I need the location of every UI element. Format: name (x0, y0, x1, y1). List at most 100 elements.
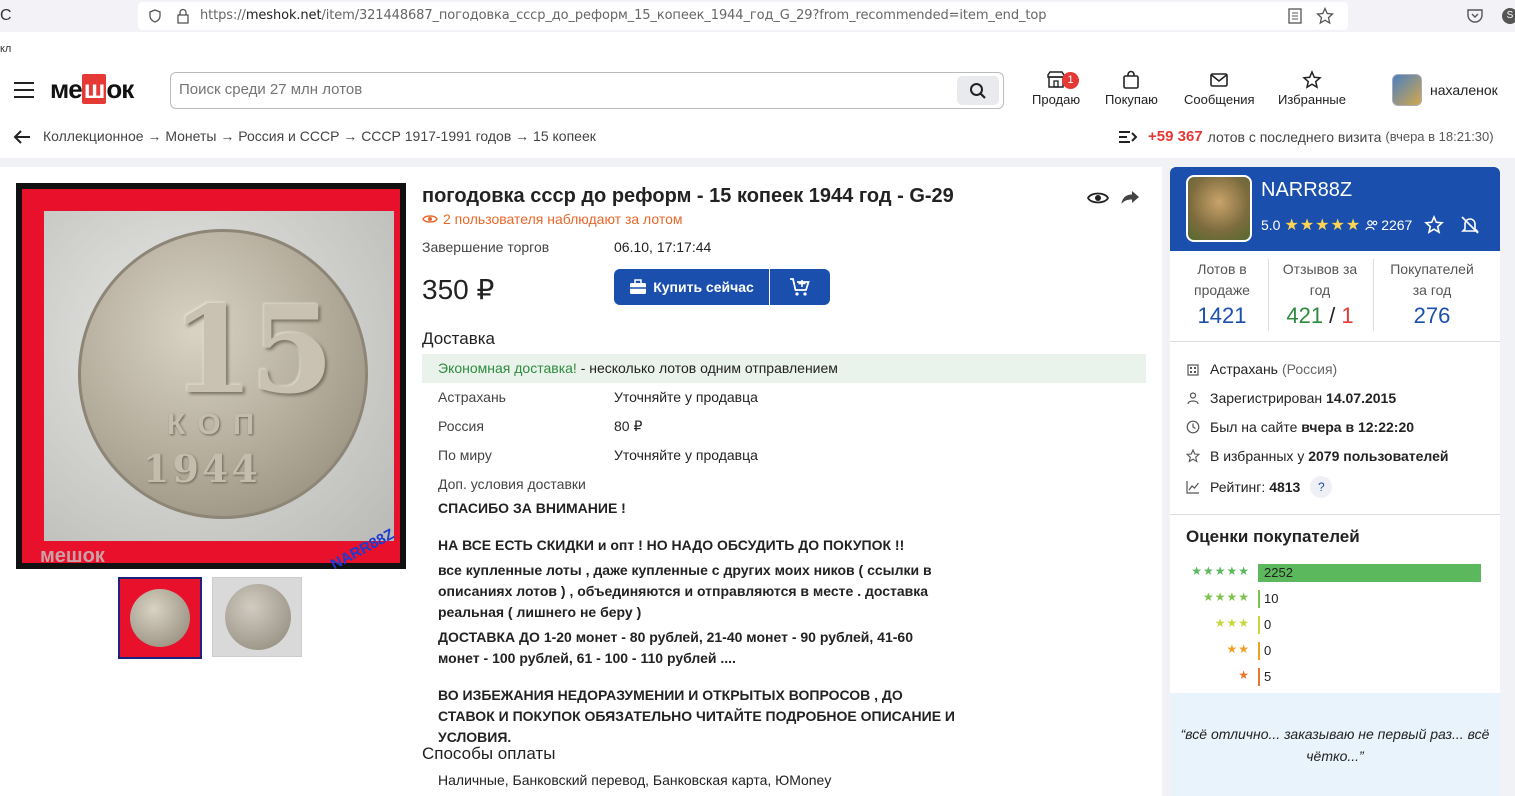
ratings-heading: Оценки покупателей (1186, 527, 1360, 546)
star-icon (1302, 70, 1322, 89)
add-favorite-seller-icon[interactable] (1424, 215, 1444, 235)
lock-icon[interactable] (176, 8, 190, 24)
stat-label: Покупателей за год (1390, 261, 1474, 298)
seller-avatar[interactable] (1186, 175, 1252, 242)
rating-row-5[interactable]: ★★★★★ 2252 (1186, 564, 1486, 582)
reload-icon[interactable]: C (0, 0, 14, 32)
end-value: 06.10, 17:17:44 (614, 239, 712, 255)
url-text[interactable]: https://meshok.net/item/321448687_погодо… (200, 8, 1046, 23)
delivery-heading: Доставка (422, 329, 496, 348)
rating-stars: ★ (1238, 668, 1250, 682)
building-icon (1187, 364, 1199, 376)
delivery-place: Астрахань (438, 389, 506, 405)
description-line: ДОСТАВКА ДО 1-20 монет - 80 рублей, 21-4… (438, 629, 913, 666)
eye-icon (422, 215, 438, 223)
delivery-value: Уточняйте у продавца (614, 389, 758, 405)
address-bar[interactable]: https://meshok.net/item/321448687_погодо… (138, 2, 1348, 30)
clock-icon (1186, 420, 1200, 434)
nav-sell[interactable]: Продаю 1 (1032, 70, 1080, 107)
nav-buy-label: Покупаю (1105, 92, 1158, 107)
chart-line-icon (1186, 481, 1199, 494)
tab-fragment[interactable]: кл (0, 43, 11, 55)
stat-label: Отзывов за год (1282, 261, 1358, 298)
payment-methods: Наличные, Банковский перевод, Банковская… (438, 772, 832, 788)
end-label: Завершение торгов (422, 239, 550, 255)
username: нахаленок (1430, 82, 1498, 98)
buy-now-button[interactable]: Купить сейчас (614, 269, 769, 305)
economy-label: Экономная доставка! (438, 360, 577, 376)
rating-stars: ★★ (1226, 642, 1250, 656)
delivery-place: Россия (438, 418, 484, 434)
nav-favorites[interactable]: Избранные (1278, 70, 1346, 107)
stat-label: Лотов в продаже (1194, 261, 1250, 298)
browser-toolbar: C https://meshok.net/item/321448687_пого… (0, 0, 1515, 32)
seller-last-online: Был на сайте вчера в 12:22:20 (1186, 419, 1414, 435)
watermark-site: мешок (40, 545, 105, 567)
menu-icon[interactable] (14, 82, 34, 98)
nav-messages[interactable]: Сообщения (1184, 70, 1255, 107)
seller-favorites: В избранных у 2079 пользователей (1186, 448, 1449, 464)
seller-header: NARR88Z 5.0 ★★★★★ 2267 (1170, 167, 1500, 251)
rating-bar (1258, 590, 1260, 608)
seller-registered: Зарегистрирован 14.07.2015 (1186, 390, 1396, 406)
watch-lot-icon[interactable] (1087, 189, 1109, 207)
thumbnail-2[interactable] (212, 577, 302, 657)
seller-stars: ★★★★★ (1284, 217, 1362, 234)
add-to-cart-button[interactable] (770, 269, 830, 305)
reader-view-icon[interactable] (1288, 8, 1302, 24)
rating-help-button[interactable]: ? (1310, 476, 1333, 498)
reviews-negative: 1 (1341, 303, 1354, 328)
lot-price: 350 ₽ (422, 274, 495, 305)
site-header: мешок Продаю 1 Покупаю Сообщения Избранн… (0, 62, 1515, 118)
rating-count: 0 (1264, 617, 1272, 632)
stat-reviews[interactable]: Отзывов за год 421 / 1 (1280, 259, 1360, 328)
search-button[interactable] (957, 76, 999, 105)
stat-value: 1421 (1197, 303, 1247, 328)
seller-city: Астрахань (Россия) (1186, 361, 1337, 377)
description-line: НА ВСЕ ЕСТЬ СКИДКИ и опт ! НО НАДО ОБСУД… (438, 537, 905, 553)
rating-row-4[interactable]: ★★★★ 10 (1186, 590, 1486, 608)
bag-icon (1123, 70, 1140, 89)
delivery-value: 80 ₽ (614, 418, 643, 434)
shield-icon[interactable] (148, 9, 162, 23)
breadcrumb[interactable]: Коллекционное → Монеты → Россия и СССР →… (43, 128, 596, 144)
nav-buy[interactable]: Покупаю (1105, 70, 1158, 107)
avatar (1392, 74, 1422, 106)
delivery-place: По миру (438, 447, 492, 463)
site-logo[interactable]: мешок (50, 74, 134, 105)
bookmark-star-icon[interactable] (1316, 7, 1334, 25)
coin-kop: КОП (167, 408, 267, 441)
share-icon[interactable] (1120, 189, 1140, 207)
rating-row-1[interactable]: ★ 5 (1186, 668, 1486, 686)
new-lots-count: +59 367 (1148, 128, 1203, 145)
seller-rating: 5.0 ★★★★★ 2267 (1261, 215, 1412, 235)
lot-title: погодовка ссср до реформ - 15 копеек 194… (422, 185, 954, 207)
seller-name[interactable]: NARR88Z (1261, 179, 1352, 202)
rating-stars: ★★★★ (1202, 590, 1250, 604)
account-icon[interactable]: S (1502, 8, 1515, 24)
pocket-icon[interactable] (1466, 7, 1484, 25)
buy-now-label: Купить сейчас (653, 279, 754, 295)
search-box (170, 72, 1004, 109)
stat-lots[interactable]: Лотов в продаже 1421 (1172, 259, 1272, 328)
rating-count: 0 (1264, 643, 1272, 658)
rating-row-2[interactable]: ★★ 0 (1186, 642, 1486, 660)
nav-sell-label: Продаю (1032, 92, 1081, 107)
seller-panel: NARR88Z 5.0 ★★★★★ 2267 Лотов в продаже 1… (1170, 167, 1500, 796)
nav-messages-label: Сообщения (1184, 92, 1255, 107)
thumbnail-1[interactable] (118, 577, 202, 659)
rating-bar (1258, 616, 1260, 634)
new-lots-link[interactable]: +59 367 лотов с последнего визита (вчера… (1118, 128, 1494, 145)
delivery-value: Уточняйте у продавца (614, 447, 758, 463)
back-arrow-icon[interactable] (12, 128, 32, 146)
briefcase-icon (630, 279, 647, 294)
sell-badge: 1 (1062, 72, 1079, 89)
rating-stars: ★★★ (1214, 616, 1250, 630)
user-menu[interactable]: нахаленок (1392, 74, 1498, 106)
description-line: СПАСИБО ЗА ВНИМАНИЕ ! (438, 500, 626, 516)
rating-row-3[interactable]: ★★★ 0 (1186, 616, 1486, 634)
stat-buyers[interactable]: Покупателей за год 276 (1382, 259, 1482, 327)
search-input[interactable] (179, 81, 939, 98)
notifications-off-icon[interactable] (1460, 215, 1480, 235)
lot-main-photo[interactable]: 15 КОП 1944 мешок NARR88Z (16, 183, 406, 573)
